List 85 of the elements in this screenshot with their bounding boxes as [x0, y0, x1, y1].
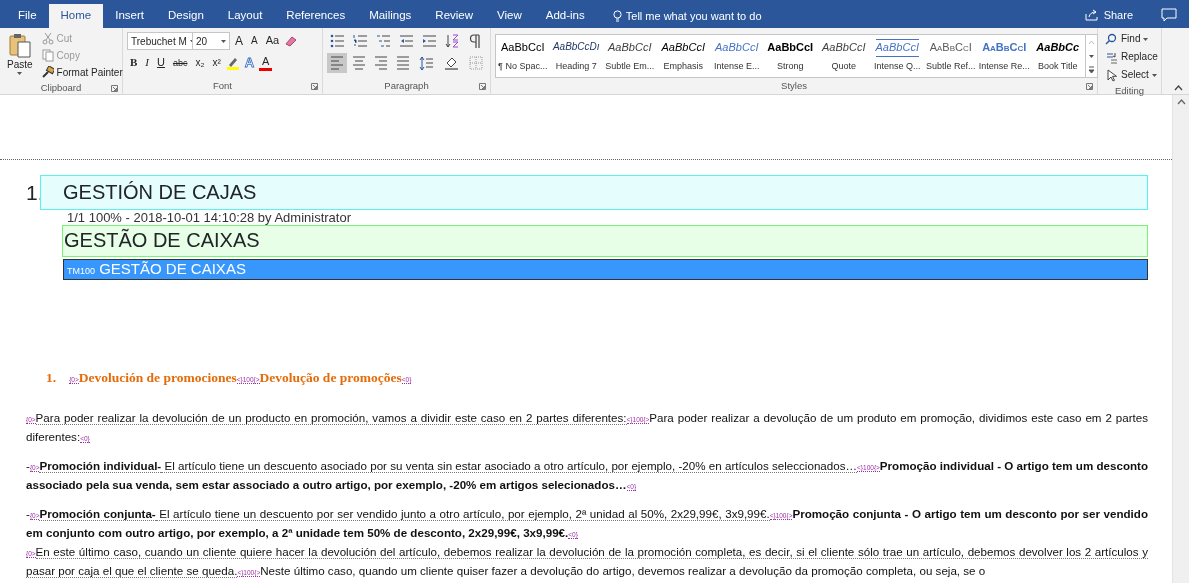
font-format-button[interactable]: A [259, 55, 273, 71]
font-format-button[interactable]: x² [209, 56, 224, 70]
ribbon-tab[interactable]: References [274, 4, 358, 28]
style-gallery-item[interactable]: AaBbCcI Intense Re... [977, 35, 1031, 77]
clipboard-icon [8, 32, 31, 58]
ribbon-tab[interactable]: Review [423, 4, 486, 28]
font-format-button[interactable]: B [127, 55, 141, 71]
dialog-launcher-icon[interactable] [1086, 83, 1093, 90]
share-button[interactable]: Share [1078, 2, 1139, 28]
highlighter-icon[interactable] [225, 56, 240, 70]
shading-icon[interactable] [444, 55, 459, 71]
match-info: 1/1 100% - 2018-10-01 14:10:28 by Administrator [67, 210, 352, 225]
style-gallery-item[interactable]: AaBbCcI Subtle Ref... [924, 35, 978, 77]
style-gallery-item[interactable]: AaBbCcI ¶ No Spac... [496, 35, 550, 77]
font-format-button[interactable]: abc [169, 56, 191, 70]
pilcrow-icon[interactable] [468, 34, 483, 48]
target-heading: GESTÃO DE CAIXAS [62, 225, 1148, 257]
decrease-indent-icon[interactable] [399, 34, 414, 48]
dialog-launcher-icon[interactable] [311, 83, 318, 90]
eraser-icon[interactable] [284, 35, 298, 47]
dialog-launcher-icon[interactable] [479, 83, 486, 90]
group-label: Styles [781, 79, 807, 93]
caret-icon[interactable] [221, 39, 226, 43]
cursor-icon [1105, 68, 1118, 82]
list-number: 1. [46, 369, 57, 387]
lightbulb-icon [612, 9, 622, 23]
line-spacing-icon[interactable] [419, 55, 434, 71]
scroll-up-icon[interactable] [1176, 99, 1186, 105]
font-format-button[interactable]: x₂ [192, 56, 208, 70]
group-label: Font [213, 79, 232, 93]
ribbon-tab[interactable]: File [6, 4, 49, 28]
ribbon-tab[interactable]: Insert [103, 4, 156, 28]
font-size-field[interactable]: 20 [192, 32, 230, 50]
source-heading: GESTIÓN DE CAJAS [40, 175, 1148, 210]
ribbon-tab[interactable]: Mailings [357, 4, 424, 28]
style-gallery-item[interactable]: AaBbCcI Intense Q... [870, 35, 924, 77]
sort-icon[interactable] [445, 34, 460, 48]
editing-button[interactable]: Select [1102, 66, 1157, 84]
style-gallery-item[interactable]: AaBbCcI Quote [817, 35, 871, 77]
style-gallery-item[interactable]: AaBbCcI Intense E... [710, 35, 764, 77]
align-left-icon [330, 55, 344, 71]
dialog-launcher-icon[interactable] [111, 85, 118, 92]
clipboard-button[interactable]: Format Painter [38, 64, 126, 81]
editing-button[interactable]: Replace [1102, 48, 1157, 66]
group-label: Clipboard [40, 81, 82, 95]
style-gallery-item[interactable]: AaBbCcI Strong [763, 35, 817, 77]
replace-icon [1105, 50, 1118, 64]
share-icon [1084, 9, 1099, 21]
multilevel-list-icon[interactable] [376, 34, 391, 48]
collapse-ribbon-icon[interactable] [1174, 85, 1183, 91]
ribbon-tab[interactable]: Home [48, 4, 104, 28]
ribbon-tab[interactable]: Layout [215, 4, 275, 28]
numbering-icon[interactable] [353, 34, 368, 48]
tell-me-search[interactable]: Tell me what you want to do [606, 4, 768, 28]
font-format-button[interactable]: A [232, 32, 246, 50]
align-center-icon [352, 55, 366, 71]
paintbrush-icon [41, 66, 54, 79]
align-right-icon [374, 55, 388, 71]
paste-button[interactable]: Paste [4, 30, 36, 81]
style-gallery-item[interactable]: AaBbCcI Subtle Em... [603, 35, 657, 77]
justify-icon [396, 55, 410, 71]
font-format-button[interactable]: I [142, 55, 152, 71]
copy-icon [41, 49, 54, 62]
group-label: Paragraph [384, 79, 429, 93]
group-label: Editing [1114, 84, 1145, 98]
ribbon-tab[interactable]: Add-ins [533, 4, 597, 28]
increase-indent-icon[interactable] [422, 34, 437, 48]
style-gallery-item[interactable]: AaBbCcI Emphasis [656, 35, 710, 77]
caret-icon[interactable] [1143, 37, 1149, 41]
ribbon-tab[interactable]: Design [156, 4, 216, 28]
bullets-icon[interactable] [330, 34, 345, 48]
translation-segment: TM100 GESTÃO DE CAIXAS [63, 259, 1148, 280]
font-format-button[interactable]: Aa [262, 33, 283, 49]
style-gallery-item[interactable]: AaBbCcDı Heading 7 [549, 35, 603, 77]
search-icon [1105, 32, 1118, 46]
ribbon-tab[interactable]: View [485, 4, 534, 28]
font-format-button[interactable]: A [248, 34, 261, 48]
style-gallery-item[interactable]: AaBbCc Book Title [1031, 35, 1085, 77]
font-format-button[interactable]: U [154, 55, 168, 71]
caret-icon[interactable] [17, 72, 23, 75]
scissors-icon [41, 32, 54, 45]
font-name-field[interactable]: Trebuchet M [127, 32, 193, 50]
editing-button[interactable]: Find [1102, 30, 1157, 48]
caret-icon[interactable] [1151, 73, 1157, 77]
comment-icon[interactable] [1161, 8, 1177, 22]
